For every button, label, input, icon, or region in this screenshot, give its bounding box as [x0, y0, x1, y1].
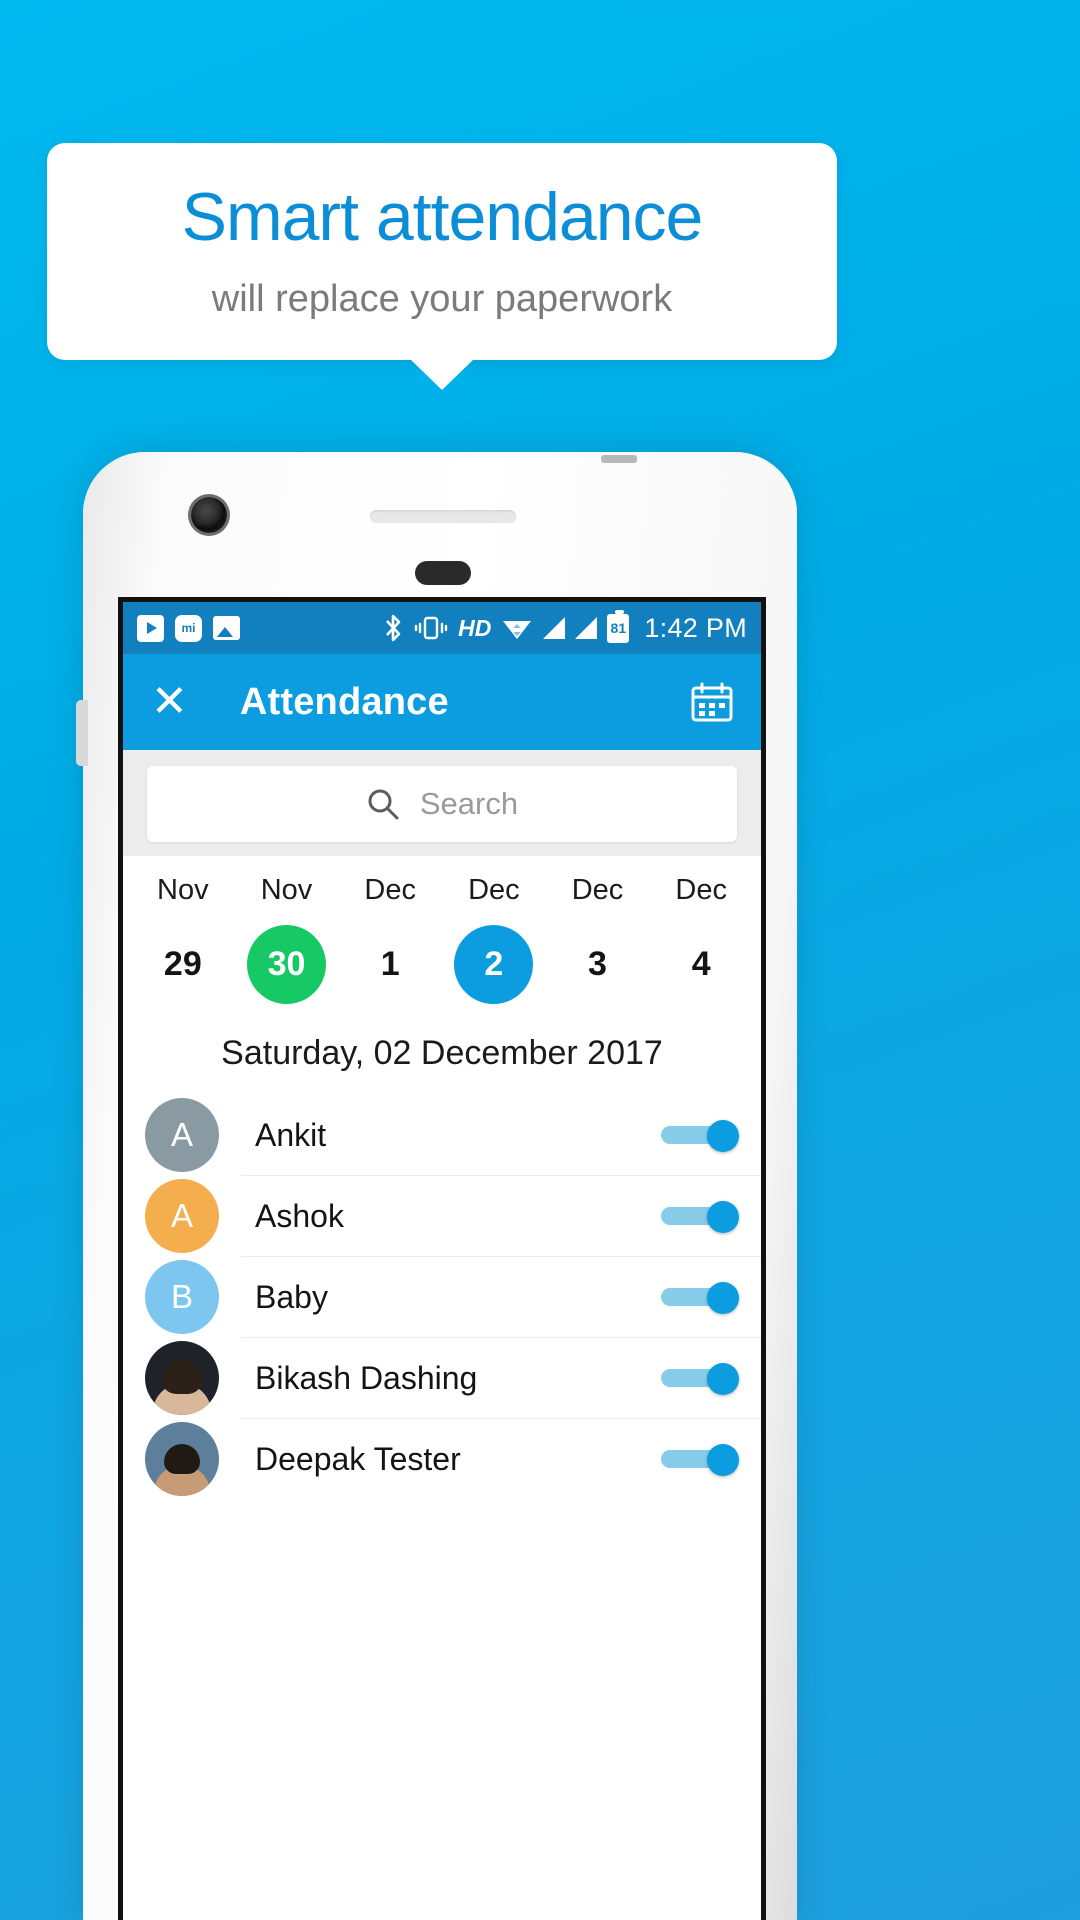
promo-subtitle: will replace your paperwork	[211, 277, 673, 320]
attendee-row[interactable]: A Ankit	[123, 1095, 761, 1175]
date-month-label: Dec	[571, 874, 624, 906]
search-input[interactable]: Search	[147, 766, 737, 842]
attendee-row[interactable]: B Baby	[123, 1257, 761, 1337]
toggle-knob	[707, 1444, 739, 1476]
attendee-row[interactable]: A Ashok	[123, 1176, 761, 1256]
attendee-name: Ankit	[255, 1116, 327, 1153]
search-section: Search	[123, 750, 761, 856]
avatar: B	[145, 1260, 219, 1334]
date-month-label: Dec	[364, 874, 416, 906]
phone-screen: mi HD 81 1:42 PM ✕ Attendance Search Nov…	[118, 597, 766, 1920]
avatar: A	[145, 1179, 219, 1253]
front-camera-icon	[191, 497, 227, 533]
date-month-label: Dec	[468, 874, 520, 906]
search-placeholder: Search	[419, 786, 519, 821]
status-bar-clock: 1:42 PM	[644, 612, 747, 643]
signal-1-icon	[543, 617, 566, 639]
wifi-icon	[501, 614, 533, 642]
date-cell[interactable]: Nov 30	[235, 874, 339, 1004]
gallery-image-icon	[213, 616, 240, 640]
avatar: A	[145, 1098, 219, 1172]
youtube-play-icon	[137, 614, 164, 642]
attendee-row[interactable]: Deepak Tester	[123, 1419, 761, 1499]
attendee-name: Deepak Tester	[255, 1440, 461, 1477]
avatar	[145, 1422, 219, 1496]
date-cell[interactable]: Dec 1	[338, 874, 442, 1004]
page-title: Attendance	[239, 680, 449, 723]
toggle-knob	[707, 1120, 739, 1152]
attendance-toggle[interactable]	[661, 1444, 739, 1476]
attendance-toggle[interactable]	[661, 1201, 739, 1233]
promo-callout-card: Smart attendance will replace your paper…	[47, 143, 837, 360]
promo-callout-tail	[409, 358, 475, 390]
date-day-number[interactable]: 30	[247, 925, 326, 1004]
battery-icon: 81	[607, 609, 630, 643]
date-day-number[interactable]: 2	[454, 925, 534, 1004]
search-icon	[366, 787, 400, 821]
attendee-name: Bikash Dashing	[255, 1359, 478, 1396]
vibrate-icon	[414, 614, 448, 642]
date-day-number[interactable]: 4	[662, 925, 741, 1004]
attendee-row[interactable]: Bikash Dashing	[123, 1338, 761, 1418]
date-day-number[interactable]: 1	[351, 925, 430, 1004]
calendar-icon[interactable]	[691, 682, 733, 722]
attendance-toggle[interactable]	[661, 1282, 739, 1314]
attendee-list: A Ankit A Ashok B Baby Bikash Dashing Deepak Te…	[123, 1095, 761, 1499]
proximity-sensor	[415, 561, 471, 585]
app-bar: ✕ Attendance	[123, 654, 761, 750]
hd-icon: HD	[458, 614, 492, 641]
date-month-label: Dec	[675, 874, 727, 906]
date-cell[interactable]: Dec 3	[546, 874, 650, 1004]
date-cell[interactable]: Dec 4	[649, 874, 753, 1004]
date-cell[interactable]: Nov 29	[131, 874, 235, 1004]
bluetooth-icon	[382, 613, 404, 643]
toggle-knob	[707, 1201, 739, 1233]
phone-top-mark	[601, 455, 637, 463]
date-month-label: Nov	[260, 874, 313, 906]
attendee-name: Ashok	[255, 1197, 344, 1234]
date-month-label: Nov	[157, 874, 209, 906]
status-bar: mi HD 81 1:42 PM	[123, 602, 761, 654]
date-day-number[interactable]: 3	[558, 925, 637, 1004]
attendance-toggle[interactable]	[661, 1363, 739, 1395]
date-cell[interactable]: Dec 2	[442, 874, 546, 1004]
toggle-knob	[707, 1282, 739, 1314]
promo-title: Smart attendance	[181, 179, 704, 256]
avatar	[145, 1341, 219, 1415]
date-strip[interactable]: Nov 29 Nov 30 Dec 1 Dec 2 Dec 3 Dec 4	[123, 856, 761, 1008]
left-side-button[interactable]	[76, 700, 88, 766]
signal-2-icon	[575, 617, 598, 639]
toggle-knob	[707, 1363, 739, 1395]
mi-recorder-icon: mi	[175, 614, 202, 642]
close-icon[interactable]: ✕	[151, 680, 188, 724]
attendance-toggle[interactable]	[661, 1120, 739, 1152]
selected-date-label: Saturday, 02 December 2017	[123, 1008, 761, 1095]
date-day-number[interactable]: 29	[143, 925, 222, 1004]
attendee-name: Baby	[255, 1278, 328, 1315]
earpiece-speaker	[370, 510, 516, 523]
